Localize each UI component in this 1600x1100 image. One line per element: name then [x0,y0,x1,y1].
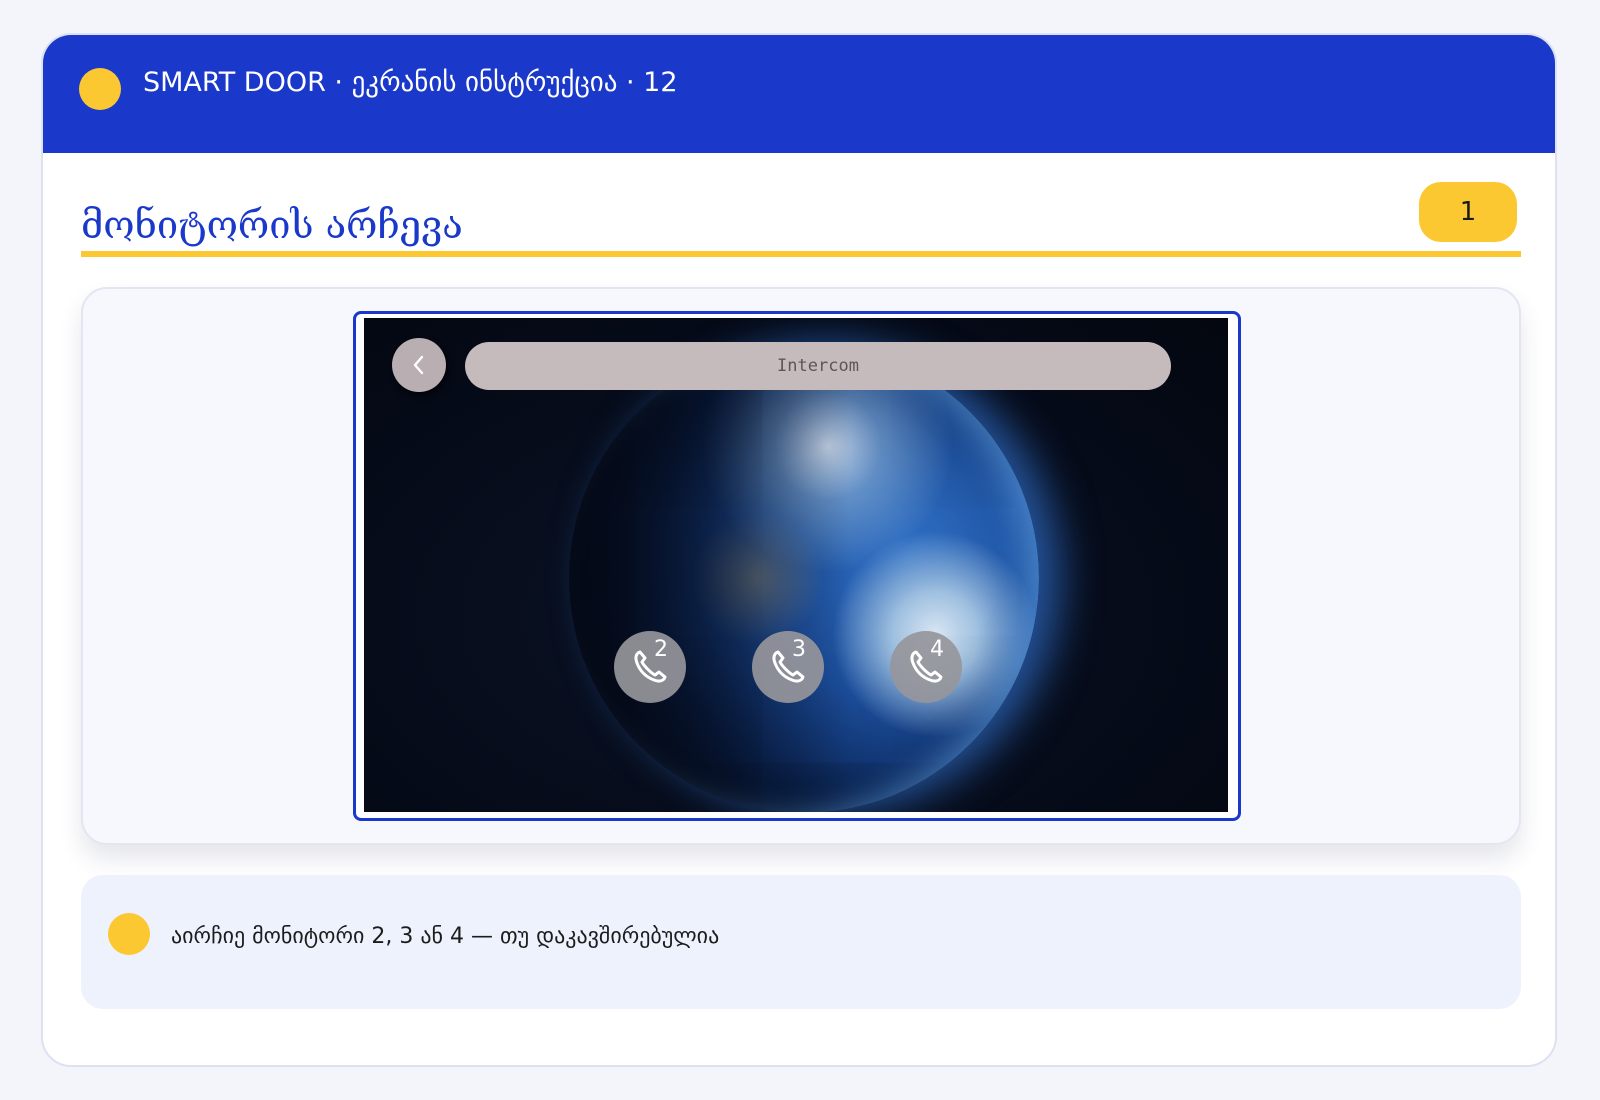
instruction-card: SMART DOOR · ეკრანის ინსტრუქცია · 12 მონ… [41,33,1557,1067]
screen-title: Intercom [777,356,859,376]
step-badge: 1 [1419,182,1517,242]
note-text: აირჩიე მონიტორი 2, 3 ან 4 — თუ დაკავშირე… [171,924,720,949]
device-screen: Intercom 2 3 4 [364,318,1228,812]
earth-shadow [569,343,1039,812]
note-dot-icon [108,913,150,955]
screen-title-bar: Intercom [465,342,1171,390]
back-chevron-icon [413,355,424,375]
monitor-3-call-button[interactable]: 3 [752,631,824,703]
monitor-number: 3 [792,637,806,662]
back-button[interactable] [392,338,446,392]
monitor-number: 4 [930,637,944,662]
monitor-number: 2 [654,637,668,662]
screenshot-panel: Intercom 2 3 4 [81,287,1521,845]
header-dot-icon [79,68,121,110]
title-divider [81,251,1521,257]
header-title: SMART DOOR · ეკრანის ინსტრუქცია · 12 [143,67,678,98]
section-title: მონიტორის არჩევა [81,203,463,247]
header-bar: SMART DOOR · ეკრანის ინსტრუქცია · 12 [43,35,1555,153]
monitor-4-call-button[interactable]: 4 [890,631,962,703]
device-screen-frame: Intercom 2 3 4 [353,311,1241,821]
monitor-2-call-button[interactable]: 2 [614,631,686,703]
note-box: აირჩიე მონიტორი 2, 3 ან 4 — თუ დაკავშირე… [81,875,1521,1009]
